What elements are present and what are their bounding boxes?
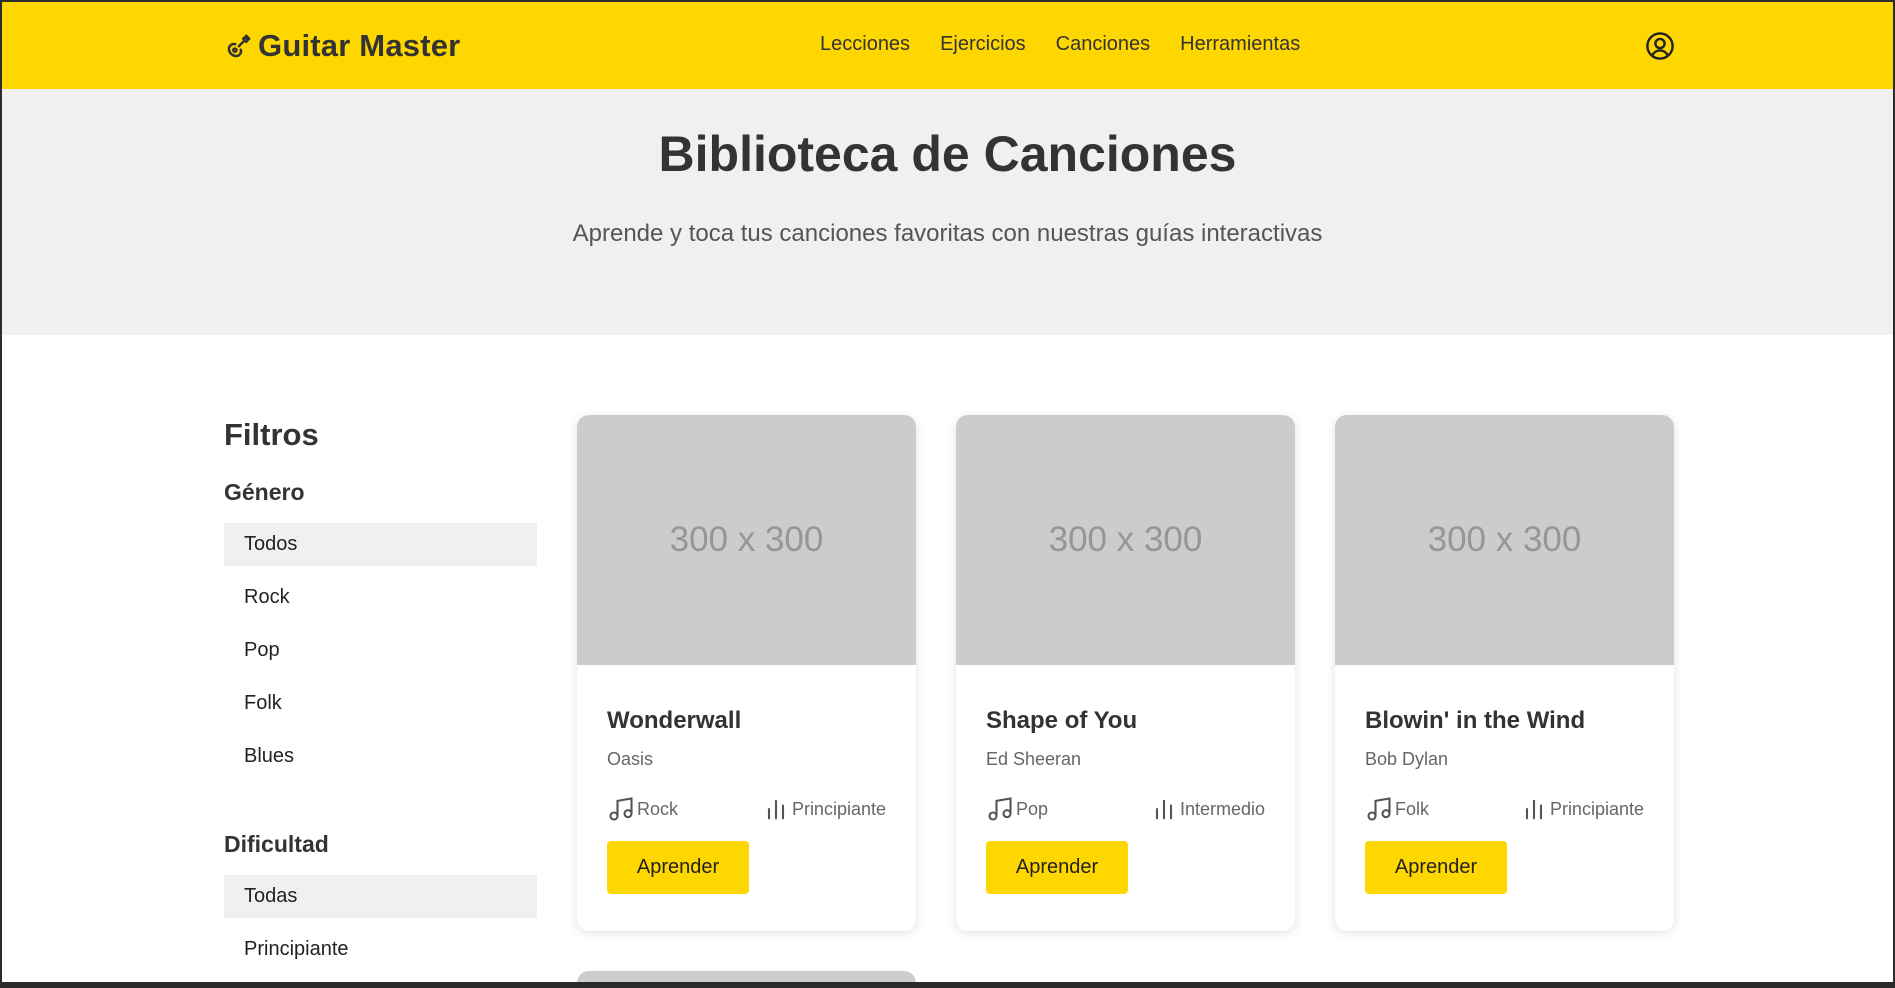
song-genre-label: Pop bbox=[1016, 798, 1049, 819]
genre-filter-list: Todos Rock Pop Folk Blues bbox=[224, 523, 537, 778]
brand-logo[interactable]: Guitar Master bbox=[224, 28, 460, 64]
song-level: Principiante bbox=[762, 795, 886, 823]
filter-genre-rock[interactable]: Rock bbox=[224, 576, 537, 619]
filter-genre-pop[interactable]: Pop bbox=[224, 629, 537, 672]
learn-button[interactable]: Aprender bbox=[986, 841, 1128, 894]
song-level: Principiante bbox=[1520, 795, 1644, 823]
song-level-label: Intermedio bbox=[1179, 798, 1265, 819]
song-level-label: Principiante bbox=[791, 798, 886, 819]
user-circle-icon[interactable] bbox=[1645, 31, 1675, 61]
page-subtitle: Aprende y toca tus canciones favoritas c… bbox=[572, 220, 1323, 247]
song-title: Blowin' in the Wind bbox=[1365, 707, 1586, 734]
main-nav: Lecciones Ejercicios Canciones Herramien… bbox=[820, 33, 1300, 56]
music-note-icon bbox=[988, 797, 1012, 821]
hero-banner: Biblioteca de Canciones Aprende y toca t… bbox=[2, 89, 1893, 335]
song-genre: Rock bbox=[607, 795, 678, 823]
filter-genre-folk[interactable]: Folk bbox=[224, 682, 537, 725]
difficulty-filter-title: Dificultad bbox=[224, 831, 329, 857]
learn-button[interactable]: Aprender bbox=[607, 841, 749, 894]
song-image-placeholder: 300 x 300 bbox=[1335, 415, 1674, 665]
song-artist: Ed Sheeran bbox=[986, 749, 1082, 769]
song-card-partial[interactable] bbox=[577, 971, 916, 982]
song-meta: Folk Principiante bbox=[1365, 795, 1644, 823]
song-genre-label: Folk bbox=[1395, 798, 1430, 819]
filter-difficulty-todas[interactable]: Todas bbox=[224, 875, 537, 918]
nav-link-lecciones[interactable]: Lecciones bbox=[820, 33, 910, 56]
top-navbar: Guitar Master Lecciones Ejercicios Canci… bbox=[2, 2, 1893, 89]
song-genre: Pop bbox=[986, 795, 1048, 823]
song-card[interactable]: 300 x 300 Wonderwall Oasis Rock Principi… bbox=[577, 415, 916, 931]
bar-chart-icon bbox=[1525, 799, 1542, 820]
song-meta: Rock Principiante bbox=[607, 795, 886, 823]
nav-link-herramientas[interactable]: Herramientas bbox=[1180, 33, 1300, 56]
genre-filter-title: Género bbox=[224, 479, 305, 505]
song-level-label: Principiante bbox=[1549, 798, 1644, 819]
music-note-icon bbox=[609, 797, 633, 821]
filters-title: Filtros bbox=[224, 417, 319, 452]
brand-name: Guitar Master bbox=[258, 28, 461, 63]
page-title: Biblioteca de Canciones bbox=[658, 126, 1237, 182]
song-artist: Oasis bbox=[607, 749, 654, 769]
song-card-body: Shape of You Ed Sheeran Pop Intermedio A… bbox=[956, 665, 1295, 894]
song-title: Wonderwall bbox=[607, 707, 742, 734]
browser-frame: Guitar Master Lecciones Ejercicios Canci… bbox=[0, 0, 1895, 988]
filter-genre-blues[interactable]: Blues bbox=[224, 735, 537, 778]
song-card[interactable]: 300 x 300 Blowin' in the Wind Bob Dylan … bbox=[1335, 415, 1674, 931]
filter-genre-todos[interactable]: Todos bbox=[224, 523, 537, 566]
song-card-body: Wonderwall Oasis Rock Principiante Apren… bbox=[577, 665, 916, 894]
song-level: Intermedio bbox=[1150, 795, 1265, 823]
song-genre: Folk bbox=[1365, 795, 1429, 823]
difficulty-filter-list: Todas Principiante bbox=[224, 875, 537, 971]
song-image-placeholder: 300 x 300 bbox=[577, 415, 916, 665]
nav-link-ejercicios[interactable]: Ejercicios bbox=[940, 33, 1026, 56]
learn-button[interactable]: Aprender bbox=[1365, 841, 1507, 894]
bar-chart-icon bbox=[767, 799, 784, 820]
music-note-icon bbox=[1367, 797, 1391, 821]
song-artist: Bob Dylan bbox=[1365, 749, 1449, 769]
song-card[interactable]: 300 x 300 Shape of You Ed Sheeran Pop In… bbox=[956, 415, 1295, 931]
song-card-body: Blowin' in the Wind Bob Dylan Folk Princ… bbox=[1335, 665, 1674, 894]
nav-link-canciones[interactable]: Canciones bbox=[1056, 33, 1151, 56]
filter-difficulty-principiante[interactable]: Principiante bbox=[224, 928, 537, 971]
song-meta: Pop Intermedio bbox=[986, 795, 1265, 823]
bar-chart-icon bbox=[1155, 799, 1173, 820]
song-image-placeholder: 300 x 300 bbox=[956, 415, 1295, 665]
song-genre-label: Rock bbox=[637, 798, 679, 819]
filters-sidebar: Filtros Género Todos Rock Pop Folk Blues… bbox=[224, 417, 537, 981]
guitar-icon bbox=[227, 34, 251, 58]
song-title: Shape of You bbox=[986, 707, 1138, 734]
